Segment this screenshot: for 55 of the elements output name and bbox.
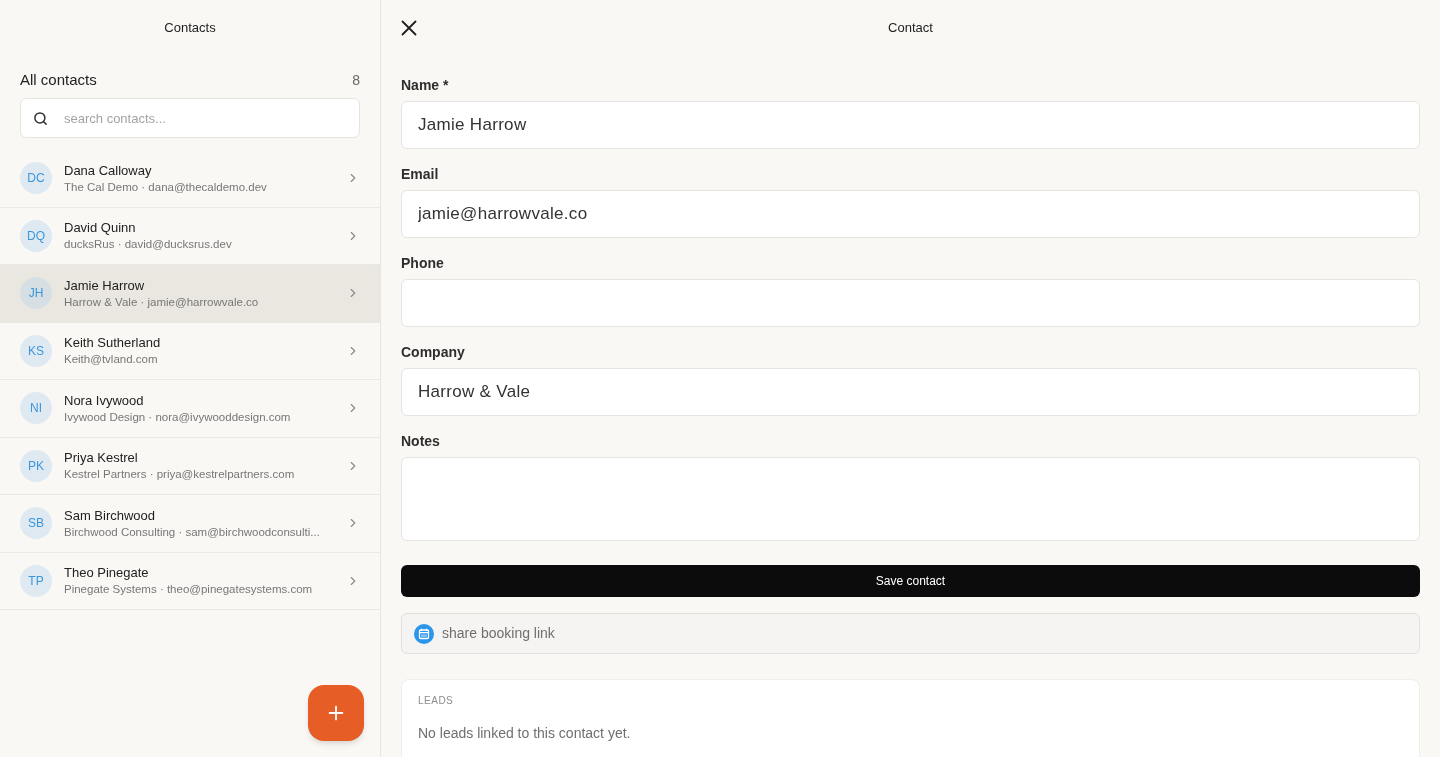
field-label: Email	[401, 165, 439, 184]
text-field[interactable]: Jamie Harrow	[401, 101, 1420, 149]
contact-avatar: DC	[20, 162, 52, 195]
contact-row[interactable]: JH Jamie Harrow Harrow & Vale · jamie@harrowvale.co	[0, 265, 380, 323]
contact-subtitle: Birchwood Consulting · sam@birchwoodconsulti...	[64, 524, 321, 540]
contact-name: Keith Sutherland	[64, 334, 162, 352]
list-title: All contacts	[20, 70, 97, 90]
contact-count: 8	[352, 71, 360, 90]
contact-row[interactable]: NI Nora Ivywood Ivywood Design · nora@ivywooddesign.com	[0, 380, 380, 438]
contact-name: David Quinn	[64, 219, 137, 237]
contact-avatar: TP	[20, 564, 52, 597]
contact-avatar: DQ	[20, 219, 52, 252]
contact-name: Sam Birchwood	[64, 506, 157, 524]
save-contact-button[interactable]: Save contact	[401, 565, 1420, 597]
contact-subtitle: ducksRus · david@ducksrus.dev	[64, 237, 233, 253]
notes-field[interactable]	[401, 457, 1420, 541]
contact-subtitle: Kestrel Partners · priya@kestrelpartners.com	[64, 467, 296, 483]
text-field[interactable]: jamie@harrowvale.co	[401, 190, 1420, 238]
field-label: Phone	[401, 254, 444, 273]
contact-row[interactable]: TP Theo Pinegate Pinegate Systems · theo@pinegatesystems.com	[0, 552, 380, 610]
field-label: Name *	[401, 76, 449, 95]
contact-name: Dana Calloway	[64, 161, 153, 179]
booking-link-button[interactable]: share booking link	[401, 613, 1420, 654]
text-field[interactable]	[401, 279, 1420, 327]
contact-row[interactable]: KS Keith Sutherland Keith@tvland.com	[0, 322, 380, 380]
text-field[interactable]: Harrow & Vale	[401, 368, 1420, 416]
contact-subtitle: Pinegate Systems · theo@pinegatesystems.com	[64, 582, 314, 598]
contact-subtitle: Ivywood Design · nora@ivywooddesign.com	[64, 409, 292, 425]
close-button[interactable]	[401, 20, 417, 36]
contact-avatar: NI	[20, 392, 52, 425]
search-field[interactable]: search contacts...	[20, 98, 360, 138]
contact-avatar: KS	[20, 334, 52, 367]
contact-avatar: SB	[20, 507, 52, 540]
field-label: Notes	[401, 432, 440, 451]
contact-name: Jamie Harrow	[64, 276, 146, 294]
contact-subtitle: The Cal Demo · dana@thecaldemo.dev	[64, 179, 268, 195]
panel-title: Contact	[888, 19, 933, 38]
contact-subtitle: Keith@tvland.com	[64, 352, 159, 368]
leads-heading: LEADS	[418, 695, 454, 707]
contact-row[interactable]: SB Sam Birchwood Birchwood Consulting · sam@birchwoodconsulti...	[0, 495, 380, 553]
close-icon	[401, 20, 417, 36]
field-label: Company	[401, 343, 465, 362]
calendar-icon	[414, 623, 434, 644]
contact-name: Theo Pinegate	[64, 564, 150, 582]
search-icon	[33, 110, 48, 126]
contact-row[interactable]: PK Priya Kestrel Kestrel Partners · priya@kestrelpartners.com	[0, 437, 380, 495]
leads-empty-text: No leads linked to this contact yet.	[418, 724, 631, 743]
contact-avatar: JH	[20, 277, 52, 310]
contact-row[interactable]: DC Dana Calloway The Cal Demo · dana@thecaldemo.dev	[0, 150, 380, 208]
contact-name: Nora Ivywood	[64, 391, 145, 409]
contact-avatar: PK	[20, 449, 52, 482]
contact-subtitle: Harrow & Vale · jamie@harrowvale.co	[64, 294, 260, 310]
sidebar-title: Contacts	[164, 19, 216, 38]
contact-name: Priya Kestrel	[64, 449, 139, 467]
add-contact-button[interactable]	[308, 685, 364, 741]
